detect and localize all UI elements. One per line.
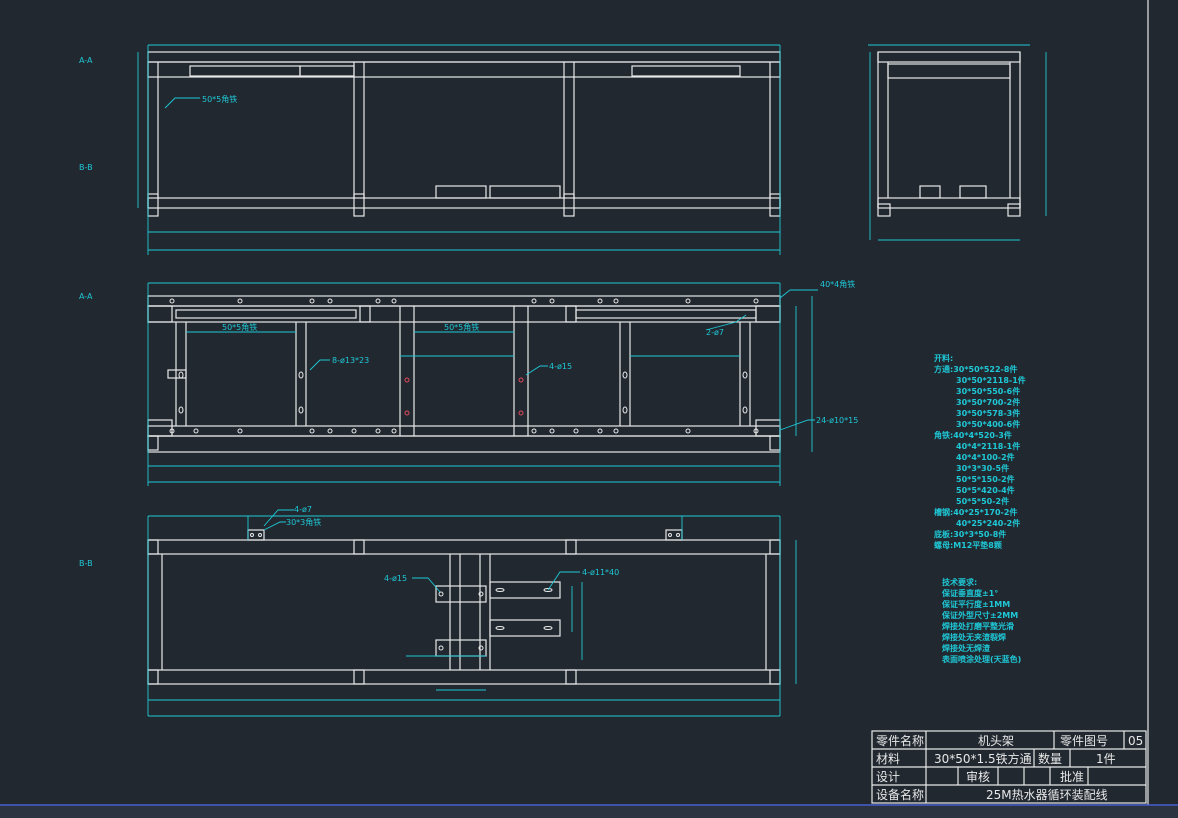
title-review-label: 审核 xyxy=(966,769,990,784)
cut-list-line: 40*25*240-2件 xyxy=(956,518,1020,528)
title-part-no: 05 xyxy=(1128,734,1143,748)
tech-req-line: 保证外型尺寸±2MM xyxy=(941,610,1018,620)
cut-list-line: 槽钢:40*25*170-2件 xyxy=(934,507,1017,517)
cut-list-line: 50*5*50-2件 xyxy=(956,496,1009,506)
annotation-hole-8-13: 8-ø13*23 xyxy=(332,356,369,365)
cut-list-line: 30*50*550-6件 xyxy=(956,386,1020,396)
title-part-name: 机头架 xyxy=(978,734,1014,748)
annotation-top-angle: 50*5角铁 xyxy=(202,94,237,104)
annotation-hole-4-15-mid: 4-ø15 xyxy=(549,362,572,371)
title-block: 零件名称 机头架 零件图号 05 材料 30*50*1.5铁方通 数量 1件 设… xyxy=(871,730,1147,804)
tech-req-line: 表面喷涂处理(天蓝色) xyxy=(941,654,1021,664)
annotation-hole-2-7: 2-ø7 xyxy=(706,328,724,337)
annotation-hole-4-11: 4-ø11*40 xyxy=(582,568,619,577)
cut-list-line: 50*5*420-4件 xyxy=(956,485,1015,495)
tech-req-line: 技术要求: xyxy=(942,577,977,587)
drawing-svg: A-A B-B A-A B-B 50*5角铁 40*4角铁 50*5角铁 50*… xyxy=(0,0,1178,818)
section-label-bb-1: B-B xyxy=(79,163,93,172)
cut-list-line: 40*4*2118-1件 xyxy=(956,441,1020,451)
title-equipment: 25M热水器循环装配线 xyxy=(986,788,1108,802)
cut-list-line: 底板:30*3*50-8件 xyxy=(933,529,1006,539)
annotation-mid-angle-center: 50*5角铁 xyxy=(444,322,479,332)
title-design-label: 设计 xyxy=(876,770,900,784)
cut-list-line: 30*50*2118-1件 xyxy=(956,375,1026,385)
front-elevation-view xyxy=(137,44,781,255)
annotation-hole-4-7: 4-ø7 xyxy=(294,505,312,514)
annotation-mid-angle-left: 50*5角铁 xyxy=(222,322,257,332)
cut-list-line: 方通:30*50*522-8件 xyxy=(934,364,1017,374)
section-label-aa-1: A-A xyxy=(79,56,93,65)
title-part-no-label: 零件图号 xyxy=(1060,734,1108,748)
title-material: 30*50*1.5铁方通 xyxy=(934,751,1032,766)
title-equipment-label: 设备名称 xyxy=(876,787,924,802)
side-elevation-view xyxy=(868,44,1047,241)
title-qty-label: 数量 xyxy=(1038,751,1062,766)
tech-req-line: 保证垂直度±1° xyxy=(941,588,998,598)
tech-req-line: 焊接处无夹渣裂焊 xyxy=(942,632,1006,642)
cut-list-line: 50*5*150-2件 xyxy=(956,474,1015,484)
title-part-name-label: 零件名称 xyxy=(876,733,924,748)
cut-list-line: 角铁:40*4*520-3件 xyxy=(934,430,1012,440)
tech-requirements: 技术要求: 保证垂直度±1° 保证平行度±1MM 保证外型尺寸±2MM 焊接处打… xyxy=(941,577,1021,664)
title-material-label: 材料 xyxy=(876,752,900,766)
cut-list-line: 40*4*100-2件 xyxy=(956,452,1015,462)
cut-list-line: 30*50*700-2件 xyxy=(956,397,1020,407)
section-aa-view xyxy=(147,282,818,486)
annotation-bot-angle: 30*3角铁 xyxy=(286,517,321,527)
section-bb-view xyxy=(147,509,797,717)
tech-req-line: 焊接处打磨平整光滑 xyxy=(942,621,1014,631)
section-label-bb-2: B-B xyxy=(79,559,93,568)
annotation-mid-angle-right: 40*4角铁 xyxy=(820,279,855,289)
section-label-aa-2: A-A xyxy=(79,292,93,301)
cut-list-line: 30*3*30-5件 xyxy=(956,463,1009,473)
title-approve-label: 批准 xyxy=(1060,769,1084,784)
cut-list-line: 30*50*400-6件 xyxy=(956,419,1020,429)
cut-list-line: 30*50*578-3件 xyxy=(956,408,1020,418)
annotation-hole-4-15-bot: 4-ø15 xyxy=(384,574,407,583)
tech-req-line: 保证平行度±1MM xyxy=(941,599,1010,609)
cut-list-line: 螺母:M12平垫8颗 xyxy=(934,540,1002,550)
cad-drawing-canvas[interactable]: A-A B-B A-A B-B 50*5角铁 40*4角铁 50*5角铁 50*… xyxy=(0,0,1178,818)
tech-req-line: 焊接处无焊渣 xyxy=(942,643,991,653)
title-qty: 1件 xyxy=(1096,752,1116,766)
cut-list-line: 开料: xyxy=(934,353,953,363)
annotation-hole-24: 24-ø10*15 xyxy=(816,416,858,425)
cut-list: 开料: 方通:30*50*522-8件 30*50*2118-1件 30*50*… xyxy=(933,353,1026,550)
